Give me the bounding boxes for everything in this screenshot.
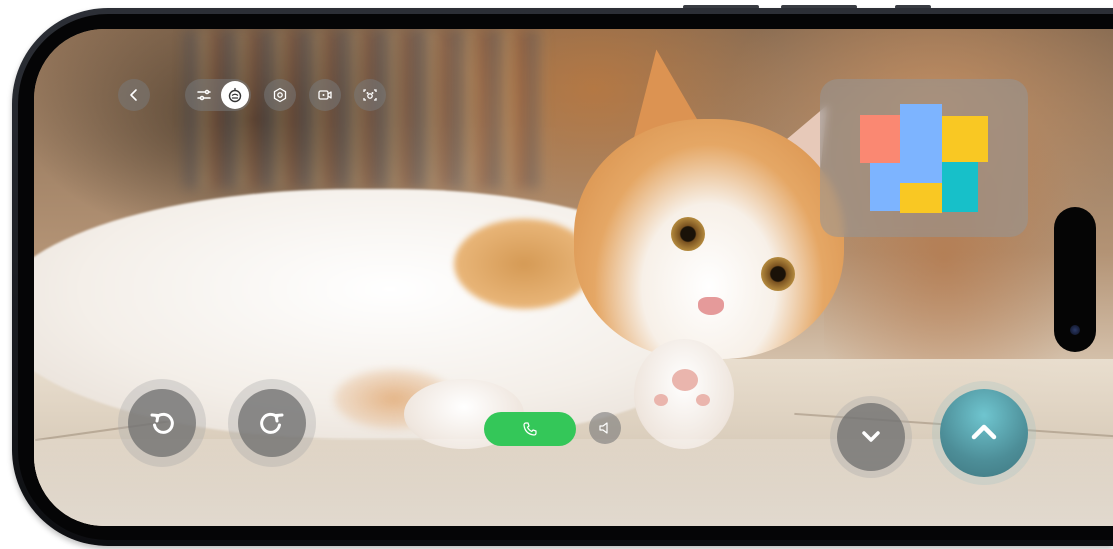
room-yellow-bottom[interactable] [900,183,942,213]
cat-eye [671,217,705,251]
call-button[interactable] [484,412,576,446]
rotate-right-ring [228,379,316,467]
pet-scan-icon [363,89,377,101]
room-yellow-top[interactable] [942,116,988,162]
dynamic-island [1054,207,1096,352]
mode-toggle-left[interactable] [189,79,219,111]
camera-screen [34,29,1113,526]
mode-toggle-right[interactable] [221,81,249,109]
room-salmon[interactable] [860,115,900,163]
chevron-down-icon [862,431,880,442]
rotate-right-button[interactable] [238,389,306,457]
cat-nose [698,297,724,315]
sliders-icon [197,89,211,101]
settings-hexagon-icon [273,87,287,103]
move-down-ring [830,396,912,478]
cat-eye [761,257,795,291]
move-up-button[interactable] [940,389,1028,477]
speaker-icon [599,422,608,434]
front-camera [1070,325,1080,335]
record-video-button[interactable] [309,79,341,111]
speaker-button[interactable] [589,412,621,444]
room-teal[interactable] [942,162,978,212]
home-minimap[interactable] [820,79,1028,237]
rotate-left-ring [118,379,206,467]
chevron-up-icon [971,424,997,440]
phone-icon [523,422,537,436]
pet-scan-button[interactable] [354,79,386,111]
settings-button[interactable] [264,79,296,111]
video-record-icon [318,90,332,100]
chevron-left-icon [130,89,137,101]
cat-head [574,119,844,359]
rotate-left-button[interactable] [128,389,196,457]
mode-toggle[interactable] [185,79,251,111]
move-down-button[interactable] [837,403,905,471]
rotate-ccw-icon [150,412,174,434]
back-button[interactable] [118,79,150,111]
robot-face-icon [228,87,242,103]
cat-paw [634,339,734,449]
rotate-cw-icon [260,412,284,434]
